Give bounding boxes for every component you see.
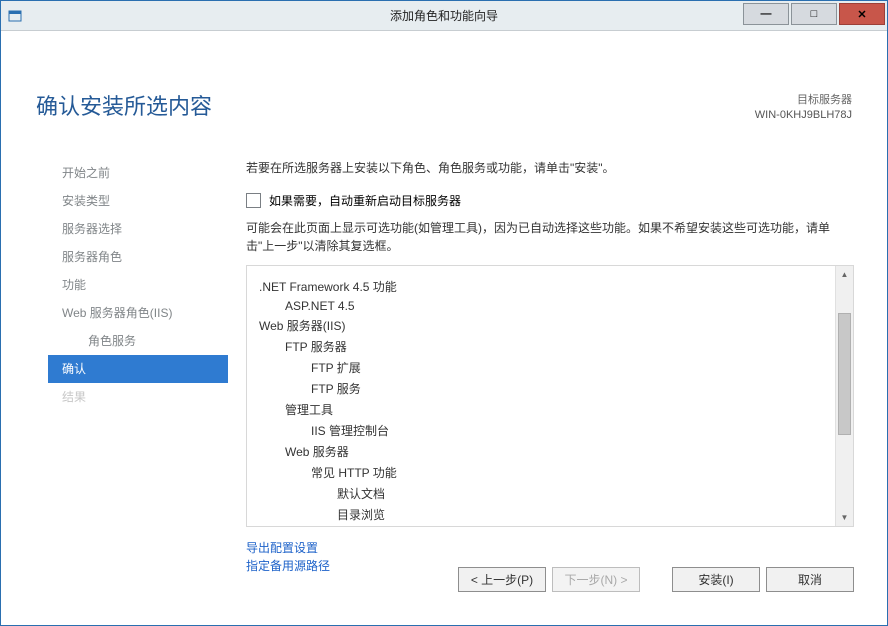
client-area: 确认安装所选内容 目标服务器 WIN-0KHJ9BLH78J 开始之前 安装类型… — [1, 30, 887, 625]
scroll-thumb[interactable] — [838, 313, 851, 435]
restart-label: 如果需要，自动重新启动目标服务器 — [269, 192, 461, 209]
install-button[interactable]: 安装(I) — [672, 567, 760, 592]
next-button: 下一步(N) > — [552, 567, 640, 592]
feature-item: 常见 HTTP 功能 — [311, 464, 824, 481]
export-config-link[interactable]: 导出配置设置 — [246, 539, 854, 557]
scroll-down-icon[interactable]: ▼ — [836, 509, 853, 526]
feature-item: ASP.NET 4.5 — [285, 299, 824, 313]
scroll-track[interactable] — [836, 283, 853, 509]
wizard-steps: 开始之前 安装类型 服务器选择 服务器角色 功能 Web 服务器角色(IIS) … — [48, 159, 228, 411]
feature-item: FTP 扩展 — [311, 359, 824, 376]
step-results: 结果 — [48, 383, 228, 411]
step-web-server-iis[interactable]: Web 服务器角色(IIS) — [48, 299, 228, 327]
feature-item: FTP 服务器 — [285, 338, 824, 355]
target-server-label: 目标服务器 — [755, 93, 852, 108]
feature-item: .NET Framework 4.5 功能 — [259, 278, 824, 295]
intro-text: 若要在所选服务器上安装以下角色、角色服务或功能，请单击"安装"。 — [246, 159, 854, 176]
features-scrollbar[interactable]: ▲ ▼ — [835, 266, 853, 526]
feature-item: 默认文档 — [337, 485, 824, 502]
confirmation-content: 若要在所选服务器上安装以下角色、角色服务或功能，请单击"安装"。 如果需要，自动… — [246, 159, 854, 552]
feature-item: IIS 管理控制台 — [311, 422, 824, 439]
feature-item: Web 服务器 — [285, 443, 824, 460]
scroll-up-icon[interactable]: ▲ — [836, 266, 853, 283]
step-server-roles[interactable]: 服务器角色 — [48, 243, 228, 271]
step-server-selection[interactable]: 服务器选择 — [48, 215, 228, 243]
feature-item: Web 服务器(IIS) — [259, 317, 824, 334]
content-area: 确认安装所选内容 目标服务器 WIN-0KHJ9BLH78J 开始之前 安装类型… — [13, 42, 875, 613]
step-before-you-begin[interactable]: 开始之前 — [48, 159, 228, 187]
wizard-buttons: < 上一步(P) 下一步(N) > 安装(I) 取消 — [458, 567, 854, 592]
feature-item: 目录浏览 — [337, 506, 824, 523]
wizard-window: 添加角色和功能向导 — □ ✕ 确认安装所选内容 目标服务器 WIN-0KHJ9… — [0, 0, 888, 626]
previous-button[interactable]: < 上一步(P) — [458, 567, 546, 592]
step-install-type[interactable]: 安装类型 — [48, 187, 228, 215]
step-role-services[interactable]: 角色服务 — [48, 327, 228, 355]
page-heading: 确认安装所选内容 — [36, 89, 212, 121]
target-server-block: 目标服务器 WIN-0KHJ9BLH78J — [755, 93, 852, 123]
restart-option-row: 如果需要，自动重新启动目标服务器 — [246, 192, 854, 209]
restart-checkbox[interactable] — [246, 193, 261, 208]
title-bar: 添加角色和功能向导 — □ ✕ — [1, 1, 887, 31]
feature-item: FTP 服务 — [311, 380, 824, 397]
target-server-name: WIN-0KHJ9BLH78J — [755, 108, 852, 123]
step-features[interactable]: 功能 — [48, 271, 228, 299]
window-title: 添加角色和功能向导 — [1, 7, 887, 24]
cancel-button[interactable]: 取消 — [766, 567, 854, 592]
features-list: .NET Framework 4.5 功能 ASP.NET 4.5 Web 服务… — [247, 266, 836, 526]
features-list-box: .NET Framework 4.5 功能 ASP.NET 4.5 Web 服务… — [246, 265, 854, 527]
feature-item: 管理工具 — [285, 401, 824, 418]
step-confirmation[interactable]: 确认 — [48, 355, 228, 383]
optional-features-note: 可能会在此页面上显示可选功能(如管理工具)，因为已自动选择这些功能。如果不希望安… — [246, 219, 854, 255]
